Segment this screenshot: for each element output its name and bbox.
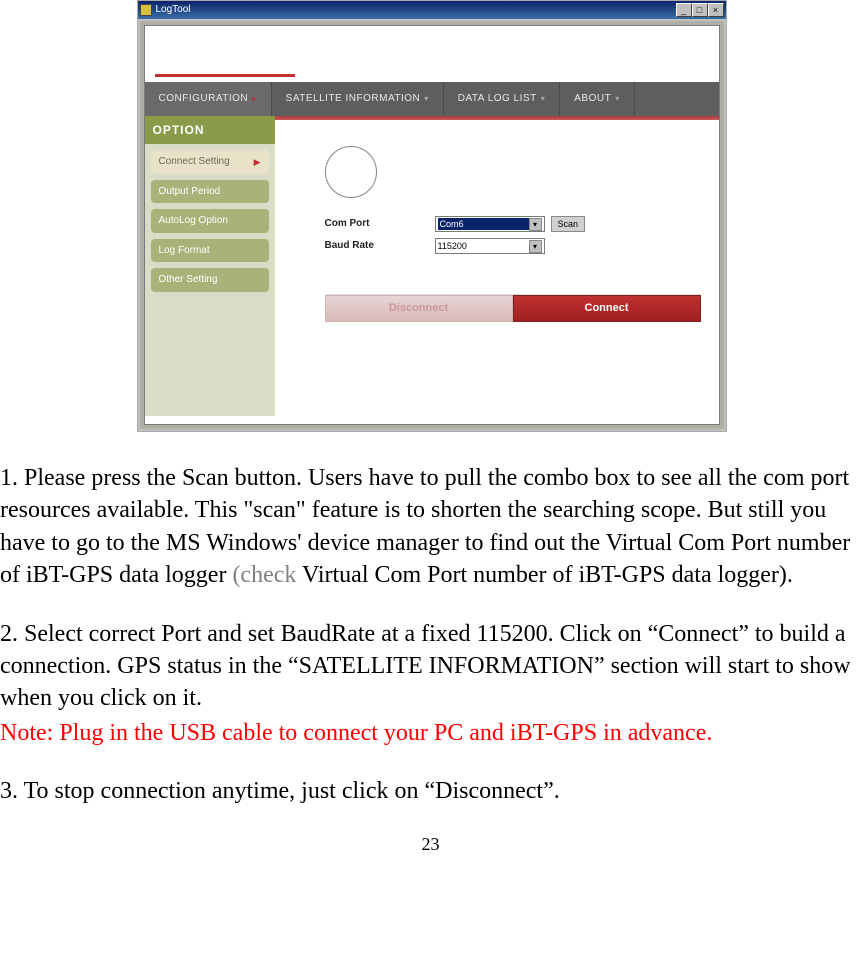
brand-underline (155, 74, 295, 77)
minimize-button[interactable]: _ (676, 3, 692, 17)
sidebar: OPTION Connect Setting ▶ Output Period A… (145, 116, 275, 416)
chevron-right-icon: ▶ (254, 156, 261, 168)
sidebar-item-other-setting[interactable]: Other Setting (151, 268, 269, 292)
tab-label: SATELLITE INFORMATION (286, 92, 421, 106)
logo-area (145, 26, 719, 82)
sidebar-item-connect-setting[interactable]: Connect Setting ▶ (151, 150, 269, 174)
note-line: Note: Plug in the USB cable to connect y… (0, 717, 861, 749)
sidebar-item-label: Connect Setting (159, 155, 230, 169)
tab-label: DATA LOG LIST (458, 92, 537, 106)
window-title: LogTool (156, 3, 676, 17)
comport-value: Com6 (438, 218, 529, 230)
action-row: Disconnect Connect (325, 294, 701, 322)
sidebar-item-log-format[interactable]: Log Format (151, 239, 269, 263)
app-window: LogTool _ □ × CONFIGURATION ▸ SATELLITE … (137, 0, 727, 432)
chevron-down-icon: ▾ (615, 94, 620, 105)
scan-button-label: Scan (558, 218, 579, 230)
content-row: OPTION Connect Setting ▶ Output Period A… (145, 116, 719, 416)
app-inner: CONFIGURATION ▸ SATELLITE INFORMATION ▾ … (144, 25, 720, 425)
maximize-button[interactable]: □ (692, 3, 708, 17)
document-body: 1. Please press the Scan button. Users h… (0, 462, 863, 856)
connect-button-label: Connect (585, 301, 629, 316)
tab-label: ABOUT (574, 92, 611, 106)
paragraph-3: 3. To stop connection anytime, just clic… (0, 775, 861, 807)
main-tabs: CONFIGURATION ▸ SATELLITE INFORMATION ▾ … (145, 82, 719, 116)
tab-about[interactable]: ABOUT ▾ (560, 82, 634, 116)
chevron-down-icon: ▾ (424, 94, 429, 105)
chevron-right-icon: ▸ (252, 94, 257, 105)
baudrate-dropdown[interactable]: 115200 ▾ (435, 238, 545, 254)
comport-row: Com Port Com6 ▾ Scan (325, 216, 701, 232)
sidebar-item-label: Log Format (159, 244, 210, 258)
connect-button[interactable]: Connect (513, 295, 701, 322)
p1-part-c: Virtual Com Port number of iBT-GPS data … (296, 562, 793, 588)
paragraph-1: 1. Please press the Scan button. Users h… (0, 462, 861, 592)
sidebar-item-output-period[interactable]: Output Period (151, 180, 269, 204)
tab-data-log-list[interactable]: DATA LOG LIST ▾ (444, 82, 560, 116)
p1-part-gray: (check (232, 562, 296, 588)
sidebar-header: OPTION (145, 116, 275, 144)
main-panel: Com Port Com6 ▾ Scan Baud Rate 115200 (275, 116, 719, 416)
window-titlebar: LogTool _ □ × (138, 1, 726, 19)
window-controls: _ □ × (676, 3, 724, 17)
disconnect-button-label: Disconnect (389, 301, 448, 316)
tab-label: CONFIGURATION (159, 92, 249, 106)
chevron-down-icon: ▾ (541, 94, 546, 105)
chevron-down-icon: ▾ (529, 240, 542, 253)
sidebar-item-label: Output Period (159, 185, 221, 199)
app-body: CONFIGURATION ▸ SATELLITE INFORMATION ▾ … (138, 19, 726, 431)
scan-button[interactable]: Scan (551, 216, 586, 232)
close-button[interactable]: × (708, 3, 724, 17)
status-indicator-icon (325, 146, 377, 198)
baudrate-value: 115200 (438, 240, 529, 252)
page-number: 23 (0, 832, 861, 856)
comport-label: Com Port (325, 217, 435, 231)
paragraph-2: 2. Select correct Port and set BaudRate … (0, 618, 861, 715)
sidebar-item-autolog-option[interactable]: AutoLog Option (151, 209, 269, 233)
sidebar-item-label: Other Setting (159, 273, 218, 287)
app-icon (140, 4, 152, 16)
tab-configuration[interactable]: CONFIGURATION ▸ (145, 82, 272, 116)
baudrate-label: Baud Rate (325, 239, 435, 253)
comport-dropdown[interactable]: Com6 ▾ (435, 216, 545, 232)
chevron-down-icon: ▾ (529, 218, 542, 231)
tab-satellite-information[interactable]: SATELLITE INFORMATION ▾ (272, 82, 444, 116)
baudrate-row: Baud Rate 115200 ▾ (325, 238, 701, 254)
sidebar-item-label: AutoLog Option (159, 214, 229, 228)
disconnect-button[interactable]: Disconnect (325, 295, 513, 322)
